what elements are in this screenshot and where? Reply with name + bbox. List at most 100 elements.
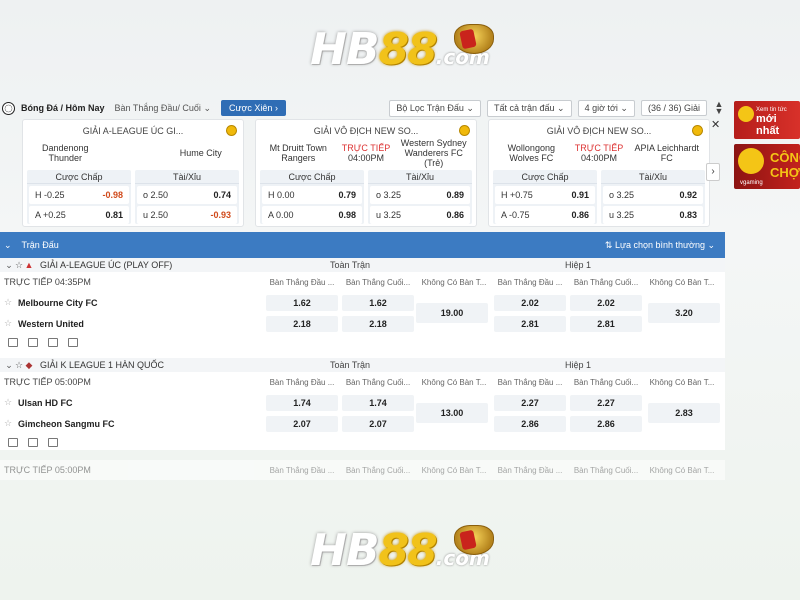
odd-under[interactable]: u 3.25 0.86 (370, 206, 470, 224)
crest-icon (454, 24, 494, 54)
refresh-icon[interactable] (68, 337, 78, 347)
match-status: TRỰC TIẾP 04:35PM (4, 277, 91, 287)
odd-cell-no-goal[interactable]: 13.00 (416, 403, 488, 423)
star-icon[interactable]: ☆ (4, 397, 18, 408)
coin-icon (692, 125, 703, 136)
odd-cell[interactable]: 2.27 (570, 394, 642, 411)
away-team: Hume City (179, 148, 222, 158)
breadcrumb[interactable]: Bóng Đá / Hôm Nay (21, 103, 105, 113)
half1-label: Hiệp 1 (564, 360, 591, 370)
coin-icon (459, 125, 470, 136)
odd-home-handicap[interactable]: H 0.00 0.79 (262, 186, 362, 204)
odd-cell[interactable]: 2.07 (266, 415, 338, 432)
stats-icon[interactable] (8, 337, 18, 347)
coin-icon (226, 125, 237, 136)
odd-away-handicap[interactable]: A 0.00 0.98 (262, 206, 362, 224)
chevron-down-icon[interactable]: ⌄ (4, 240, 12, 251)
market-select[interactable]: Bàn Thắng Đầu/ Cuối ⌄ (111, 101, 215, 116)
odd-cell[interactable]: 1.62 (266, 294, 338, 311)
chevron-right-icon: › (274, 103, 278, 113)
league-flag-icon: ▲ (24, 260, 34, 270)
odd-over[interactable]: o 3.25 0.92 (603, 186, 703, 204)
league-block: ⌄ ☆ ▲ GIẢI A-LEAGUE ÚC (PLAY OFF) Toàn T… (0, 258, 725, 350)
league-count[interactable]: (36 / 36) Giải (640, 100, 707, 116)
match-card[interactable]: GIẢI A-LEAGUE ÚC GI... Dandenong Thunder… (22, 119, 244, 227)
refresh-icon[interactable] (48, 437, 58, 447)
home-team: Dandenong Thunder (42, 143, 89, 163)
odd-cell[interactable]: 2.18 (342, 315, 414, 332)
handicap-header: Cược Chấp (260, 170, 364, 184)
over-under-header: Tài/Xỉu (601, 170, 705, 184)
close-icon[interactable]: ✕ (711, 118, 720, 131)
all-matches-select[interactable]: Tất cả trận đấu ⌄ (486, 99, 572, 117)
odd-away-handicap[interactable]: A -0.75 0.86 (495, 206, 595, 224)
xien-button[interactable]: Cược Xiên › (220, 100, 286, 116)
chevron-down-icon: ⌄ (466, 102, 474, 113)
star-icon[interactable]: ☆ (14, 260, 24, 271)
odd-home-handicap[interactable]: H -0.25 -0.98 (29, 186, 129, 204)
chart-icon[interactable] (28, 437, 38, 447)
odd-cell[interactable]: 2.02 (494, 294, 566, 311)
column-header-row: TRỰC TIẾP 04:35PM Bàn Thắng Đầu ... Bàn … (0, 272, 725, 292)
time-filter-select[interactable]: 4 giờ tới ⌄ (577, 99, 635, 117)
odd-cell[interactable]: 1.74 (342, 394, 414, 411)
half1-label: Hiệp 1 (564, 260, 591, 270)
match-card[interactable]: GIẢI VÔ ĐỊCH NEW SO... Mt Druitt Town Ra… (255, 119, 477, 227)
star-icon[interactable]: ☆ (4, 318, 18, 329)
chevron-down-icon[interactable]: ⌄ (4, 360, 14, 371)
full-match-label: Toàn Trận (329, 360, 371, 370)
column-header-row: TRỰC TIẾP 05:00PM Bàn Thắng Đầu ... Bàn … (0, 460, 725, 480)
league-name: GIẢI K LEAGUE 1 HÀN QUỐC (40, 360, 165, 370)
home-team: Mt Druitt Town Rangers (269, 143, 327, 163)
kickoff-time: 04:00PM (580, 153, 618, 163)
promo-banner-news[interactable]: Xem tin tức mới nhất (734, 101, 800, 139)
home-team: Melbourne City FC (18, 297, 98, 308)
table-row: ☆ Western United 2.18 2.18 2.81 2.81 (0, 313, 725, 334)
league-flag-icon: ◆ (25, 359, 33, 370)
star-icon[interactable]: ☆ (14, 360, 24, 371)
odd-cell[interactable]: 1.74 (266, 394, 338, 411)
matches-label: Trận Đấu (21, 240, 59, 250)
odd-cell[interactable]: 2.07 (342, 415, 414, 432)
over-under-header: Tài/Xỉu (368, 170, 472, 184)
odd-cell[interactable]: 1.62 (342, 294, 414, 311)
match-filter-select[interactable]: Bộ Lọc Trận Đấu ⌄ (389, 99, 481, 117)
odd-cell-no-goal[interactable]: 19.00 (416, 303, 488, 323)
odd-under[interactable]: u 3.25 0.83 (603, 206, 703, 224)
league-row[interactable]: ⌄ ☆ ◆ GIẢI K LEAGUE 1 HÀN QUỐC Toàn Trận… (0, 358, 725, 372)
match-card[interactable]: GIẢI VÔ ĐỊCH NEW SO... Wollongong Wolves… (488, 119, 710, 227)
tv-icon[interactable] (28, 337, 38, 347)
odd-away-handicap[interactable]: A +0.25 0.81 (29, 206, 129, 224)
odd-cell[interactable]: 2.27 (494, 394, 566, 411)
odd-cell[interactable]: 2.81 (494, 315, 566, 332)
live-label: TRỰC TIẾP (574, 143, 624, 153)
odd-home-handicap[interactable]: H +0.75 0.91 (495, 186, 595, 204)
odd-cell[interactable]: 2.86 (494, 415, 566, 432)
odd-cell-no-goal[interactable]: 2.83 (648, 403, 720, 423)
star-icon[interactable]: ☆ (4, 418, 18, 429)
sort-icon[interactable]: ▲ ▼ (713, 100, 725, 116)
chevron-down-icon[interactable]: ⌄ (4, 260, 14, 271)
odd-over[interactable]: o 2.50 0.74 (137, 186, 237, 204)
odd-cell[interactable]: 2.81 (570, 315, 642, 332)
chevron-down-icon: ⌄ (620, 102, 628, 113)
odd-over[interactable]: o 3.25 0.89 (370, 186, 470, 204)
handicap-header: Cược Chấp (27, 170, 131, 184)
featured-matches: GIẢI A-LEAGUE ÚC GI... Dandenong Thunder… (22, 119, 722, 229)
odd-cell[interactable]: 2.86 (570, 415, 642, 432)
odd-cell[interactable]: 2.02 (570, 294, 642, 311)
odd-under[interactable]: u 2.50 -0.93 (137, 206, 237, 224)
star-icon[interactable]: ☆ (4, 297, 18, 308)
sort-select[interactable]: ⇅ Lựa chọn bình thường ⌄ (605, 240, 715, 251)
promo-banner-vgaming[interactable]: CÔNG CHỢ vgaming (734, 144, 800, 189)
home-team: Wollongong Wolves FC (507, 143, 555, 163)
odd-cell-no-goal[interactable]: 3.20 (648, 303, 720, 323)
odd-cell[interactable]: 2.18 (266, 315, 338, 332)
chart-icon[interactable] (48, 337, 58, 347)
away-team: Western United (18, 318, 84, 329)
card-league: GIẢI VÔ ĐỊCH NEW SO... (313, 126, 419, 136)
hb88-logo-bottom: HB 88 .com (300, 523, 500, 578)
tv-icon[interactable] (8, 437, 18, 447)
chevron-right-icon[interactable]: › (706, 163, 720, 181)
league-row[interactable]: ⌄ ☆ ▲ GIẢI A-LEAGUE ÚC (PLAY OFF) Toàn T… (0, 258, 725, 272)
